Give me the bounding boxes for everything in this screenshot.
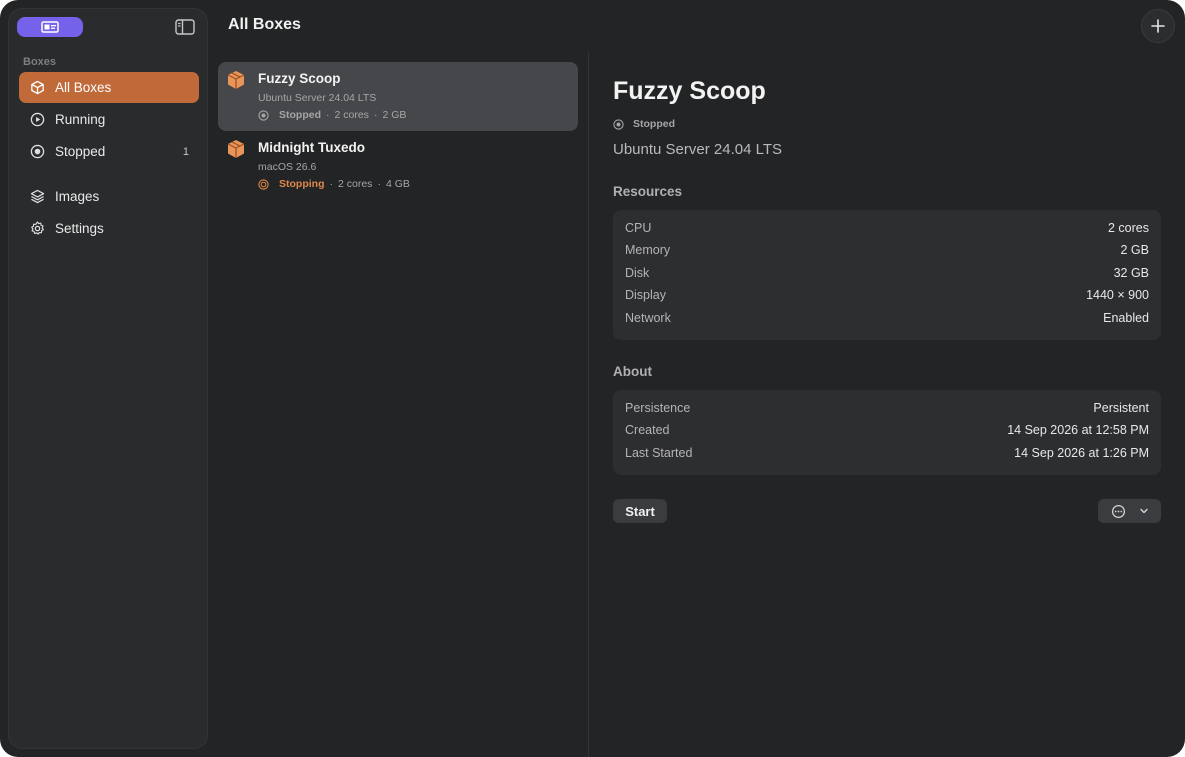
chevron-down-icon [1139, 508, 1148, 514]
about-row: Last Started 14 Sep 2026 at 1:26 PM [625, 446, 1149, 464]
separator: · [377, 178, 381, 190]
ellipsis-circle-icon [1111, 504, 1125, 518]
add-box-button[interactable] [1141, 9, 1175, 43]
box-status: Stopping · 2 cores · 4 GB [258, 178, 410, 190]
gear-icon [29, 221, 45, 237]
page-title: All Boxes [228, 16, 301, 33]
resource-value: 2 GB [1120, 243, 1150, 257]
list-item[interactable]: Fuzzy Scoop Ubuntu Server 24.04 LTS Stop… [218, 62, 578, 131]
about-value: 14 Sep 2026 at 1:26 PM [1014, 446, 1149, 460]
resource-value: Enabled [1103, 311, 1149, 325]
layers-icon [29, 189, 45, 205]
resources-heading: Resources [613, 184, 683, 199]
detail-status: Stopped [613, 118, 675, 130]
separator: · [329, 178, 334, 190]
sidebar-toggle-button[interactable] [175, 18, 195, 35]
box-status: Stopped · 2 cores · 2 GB [258, 109, 406, 121]
box-os: Ubuntu Server 24.04 LTS [258, 92, 377, 104]
box-icon [227, 140, 245, 158]
sidebar-section-label: Boxes [23, 56, 57, 68]
sidebar-item-all-boxes[interactable]: All Boxes [19, 72, 199, 103]
resource-key: Display [625, 288, 666, 302]
app-badge-button[interactable] [17, 17, 83, 37]
about-key: Last Started [625, 446, 693, 460]
start-button[interactable]: Start [613, 499, 667, 523]
sidebar-item-label: All Boxes [55, 80, 112, 95]
status-label: Stopping [279, 178, 325, 190]
about-card: Persistence Persistent Created 14 Sep 2026… [613, 390, 1161, 475]
plus-icon [1151, 19, 1165, 33]
stopped-status-icon [613, 118, 624, 130]
list-item[interactable]: Midnight Tuxedo macOS 26.6 Stopping · 2 … [218, 131, 578, 200]
about-value: Persistent [1093, 401, 1149, 415]
box-cores: 2 cores [338, 178, 373, 190]
play-circle-icon [29, 112, 45, 128]
box-os: macOS 26.6 [258, 161, 317, 173]
sidebar-item-label: Images [55, 189, 100, 204]
detail-title: Fuzzy Scoop [613, 77, 766, 105]
resource-row: Memory 2 GB [625, 243, 1149, 261]
resource-row: Display 1440 × 900 [625, 288, 1149, 306]
sidebar-icon [175, 18, 195, 35]
about-row: Persistence Persistent [625, 401, 1149, 419]
sidebar-item-running[interactable]: Running [19, 104, 199, 135]
sidebar-item-images[interactable]: Images [19, 181, 199, 212]
separator: · [326, 109, 330, 121]
resource-key: Network [625, 311, 671, 325]
box-cores: 2 cores [334, 109, 369, 121]
more-actions-button[interactable] [1098, 499, 1161, 523]
resource-value: 32 GB [1113, 266, 1149, 280]
resource-key: Disk [625, 266, 650, 280]
sidebar: Boxes All Boxes Running Stopped 1 Images [8, 8, 208, 749]
resource-value: 1440 × 900 [1086, 288, 1149, 302]
resource-value: 2 cores [1108, 221, 1149, 235]
app-window: Boxes All Boxes Running Stopped 1 Images [0, 0, 1185, 757]
sidebar-item-stopped[interactable]: Stopped 1 [19, 136, 199, 167]
resources-card: CPU 2 cores Memory 2 GB Disk 32 GB Display 1… [613, 210, 1161, 340]
pane-divider [588, 52, 589, 757]
sidebar-item-label: Settings [55, 221, 104, 236]
resource-row: CPU 2 cores [625, 221, 1149, 239]
separator: · [373, 109, 378, 121]
sidebar-item-label: Stopped [55, 144, 106, 159]
stop-circle-icon [29, 144, 45, 160]
resource-key: CPU [625, 221, 652, 235]
resource-row: Disk 32 GB [625, 266, 1149, 284]
sidebar-item-settings[interactable]: Settings [19, 213, 199, 244]
stopping-status-icon [258, 178, 269, 190]
about-heading: About [613, 364, 652, 379]
resource-key: Memory [625, 243, 671, 257]
resource-row: Network Enabled [625, 311, 1149, 329]
box-memory: 4 GB [385, 178, 410, 190]
box-icon [227, 71, 245, 89]
detail-os: Ubuntu Server 24.04 LTS [613, 141, 782, 158]
display-person-icon [41, 20, 59, 33]
about-key: Created [625, 423, 670, 437]
status-label: Stopped [633, 118, 675, 130]
status-label: Stopped [279, 109, 321, 121]
about-row: Created 14 Sep 2026 at 12:58 PM [625, 423, 1149, 441]
about-value: 14 Sep 2026 at 12:58 PM [1007, 423, 1149, 437]
box-name: Fuzzy Scoop [258, 71, 341, 86]
cube-icon [29, 80, 45, 96]
sidebar-item-label: Running [55, 112, 106, 127]
stopped-status-icon [258, 109, 269, 121]
box-name: Midnight Tuxedo [258, 140, 365, 155]
box-memory: 2 GB [382, 109, 407, 121]
about-key: Persistence [625, 401, 691, 415]
stopped-count-badge: 1 [182, 145, 189, 158]
